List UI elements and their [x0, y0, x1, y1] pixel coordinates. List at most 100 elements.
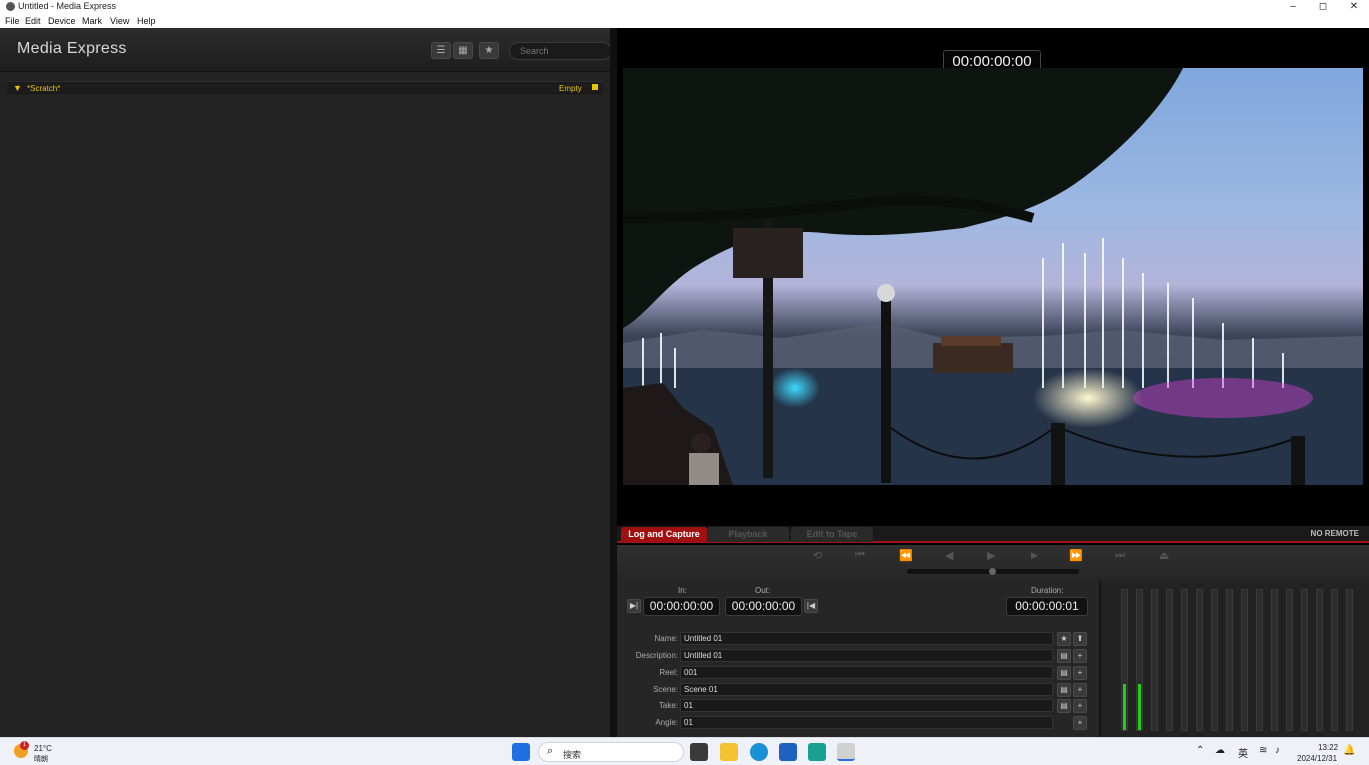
favorites-button[interactable]: ★: [479, 42, 499, 59]
increment-icon: +: [1077, 668, 1083, 677]
take-field[interactable]: [680, 699, 1053, 712]
tab-edit-to-tape[interactable]: Edit to Tape: [791, 527, 873, 542]
mode-tabs: Log and Capture Playback Edit to Tape NO…: [617, 526, 1369, 543]
loop-icon[interactable]: ⟲: [813, 549, 822, 562]
reel-increment-button[interactable]: +: [1073, 666, 1087, 680]
scene-list-button[interactable]: ▤: [1057, 683, 1071, 697]
list-icon: ☰: [436, 45, 446, 56]
meter-channel-4: [1166, 589, 1173, 731]
play-icon[interactable]: ▶: [987, 549, 995, 562]
mark-in-button[interactable]: ▶|: [627, 599, 641, 613]
minimize-button[interactable]: –: [1277, 0, 1309, 14]
bin-status: Empty: [559, 84, 582, 93]
clock-time[interactable]: 13:22: [1318, 743, 1338, 752]
rewind-icon[interactable]: ⏪: [899, 549, 913, 562]
taskbar-search[interactable]: ⌕ 搜索: [538, 742, 684, 762]
app-header: Media Express ☰ ▦ ★: [0, 28, 616, 72]
angle-field[interactable]: [680, 716, 1053, 729]
reel-label: Reel:: [659, 668, 678, 677]
close-button[interactable]: ✕: [1338, 0, 1369, 14]
out-timecode[interactable]: 00:00:00:00: [725, 597, 802, 616]
angle-increment-button[interactable]: +: [1073, 716, 1087, 730]
file-explorer-icon[interactable]: [720, 743, 738, 761]
step-back-icon[interactable]: ◀: [945, 549, 953, 562]
meter-channel-11: [1271, 589, 1278, 731]
chevron-up-icon[interactable]: ⌃: [1196, 745, 1204, 756]
transport-controls: ⟲ ⏮ ⏪ ◀ ▶ ▶ ⏩ ⏭ ⏏: [617, 545, 1369, 581]
step-forward-icon[interactable]: ▶: [1031, 550, 1038, 561]
cloud-icon[interactable]: ☁: [1215, 745, 1225, 756]
app-icon-teal[interactable]: [808, 743, 826, 761]
menu-view[interactable]: View: [110, 16, 129, 26]
grid-icon: ▦: [458, 45, 468, 56]
name-increment-button[interactable]: ⬆: [1073, 632, 1087, 646]
meter-channel-10: [1256, 589, 1263, 731]
name-field[interactable]: [680, 632, 1053, 645]
menu-help[interactable]: Help: [137, 16, 156, 26]
volume-icon[interactable]: ♪: [1275, 745, 1280, 756]
ime-indicator[interactable]: 英: [1238, 745, 1248, 760]
mark-in-icon: ▶|: [629, 601, 639, 610]
grid-view-button[interactable]: ▦: [453, 42, 473, 59]
take-increment-button[interactable]: +: [1073, 699, 1087, 713]
tab-log-and-capture[interactable]: Log and Capture: [621, 527, 707, 542]
menu-mark[interactable]: Mark: [82, 16, 102, 26]
meter-channel-15: [1331, 589, 1338, 731]
wifi-icon[interactable]: ≋: [1259, 745, 1267, 756]
tab-playback[interactable]: Playback: [707, 527, 789, 542]
weather-desc[interactable]: 晴朗: [34, 754, 48, 764]
mark-out-button[interactable]: |◀: [804, 599, 818, 613]
edge-browser-icon[interactable]: [750, 743, 768, 761]
bin-name: *Scratch*: [27, 84, 61, 93]
bin-row-scratch[interactable]: ▼ *Scratch* Empty: [7, 81, 603, 94]
list-view-button[interactable]: ☰: [431, 42, 451, 59]
fast-forward-icon[interactable]: ⏩: [1069, 549, 1083, 562]
disclosure-triangle-icon[interactable]: ▼: [13, 83, 22, 93]
description-field[interactable]: [680, 649, 1053, 662]
meter-channel-3: [1151, 589, 1158, 731]
increment-icon: +: [1077, 685, 1083, 694]
task-view-icon[interactable]: [690, 743, 708, 761]
menu-device[interactable]: Device: [48, 16, 76, 26]
take-list-button[interactable]: ▤: [1057, 699, 1071, 713]
description-label: Description:: [635, 651, 678, 660]
reel-field[interactable]: [680, 666, 1053, 679]
clock-date[interactable]: 2024/12/31: [1297, 754, 1337, 763]
notification-bell-icon[interactable]: 🔔: [1343, 745, 1355, 756]
app-logo: Media Express: [17, 40, 127, 57]
start-icon[interactable]: [512, 743, 530, 761]
media-express-taskbar-icon[interactable]: [837, 743, 855, 761]
out-label: Out:: [755, 586, 771, 595]
in-timecode[interactable]: 00:00:00:00: [643, 597, 720, 616]
media-pool: Media Express ☰ ▦ ★ ▼ *Scratch* Empty: [0, 28, 616, 737]
description-list-button[interactable]: ▤: [1057, 649, 1071, 663]
menu-file[interactable]: File: [5, 16, 20, 26]
jog-slider[interactable]: [907, 568, 1079, 575]
store-icon[interactable]: [779, 743, 797, 761]
meter-level-1: [1123, 683, 1126, 730]
scene-field[interactable]: [680, 683, 1053, 696]
menu-edit[interactable]: Edit: [25, 16, 41, 26]
meter-channel-13: [1301, 589, 1308, 731]
reel-list-button[interactable]: ▤: [1057, 666, 1071, 680]
eject-icon[interactable]: ⏏: [1159, 549, 1169, 562]
star-icon: ★: [484, 45, 494, 56]
go-to-start-icon[interactable]: ⏮: [855, 549, 865, 562]
increment-icon: +: [1077, 718, 1083, 727]
increment-icon: +: [1077, 651, 1083, 660]
star-icon: ★: [1060, 634, 1068, 643]
weather-temp[interactable]: 21°C: [34, 744, 52, 753]
window-title: Untitled - Media Express: [18, 1, 117, 11]
scene-increment-button[interactable]: +: [1073, 683, 1087, 697]
angle-label: Angle:: [655, 718, 678, 727]
app-icon: [6, 2, 15, 11]
jog-slider-handle[interactable]: [989, 568, 996, 575]
description-increment-button[interactable]: +: [1073, 649, 1087, 663]
search-input[interactable]: [509, 42, 612, 60]
meter-channel-7: [1211, 589, 1218, 731]
name-favorite-button[interactable]: ★: [1057, 632, 1071, 646]
go-to-end-icon[interactable]: ⏭: [1115, 549, 1125, 562]
maximize-button[interactable]: ◻: [1307, 0, 1339, 14]
pane-splitter[interactable]: [610, 28, 617, 737]
increment-icon: ⬆: [1076, 634, 1084, 643]
